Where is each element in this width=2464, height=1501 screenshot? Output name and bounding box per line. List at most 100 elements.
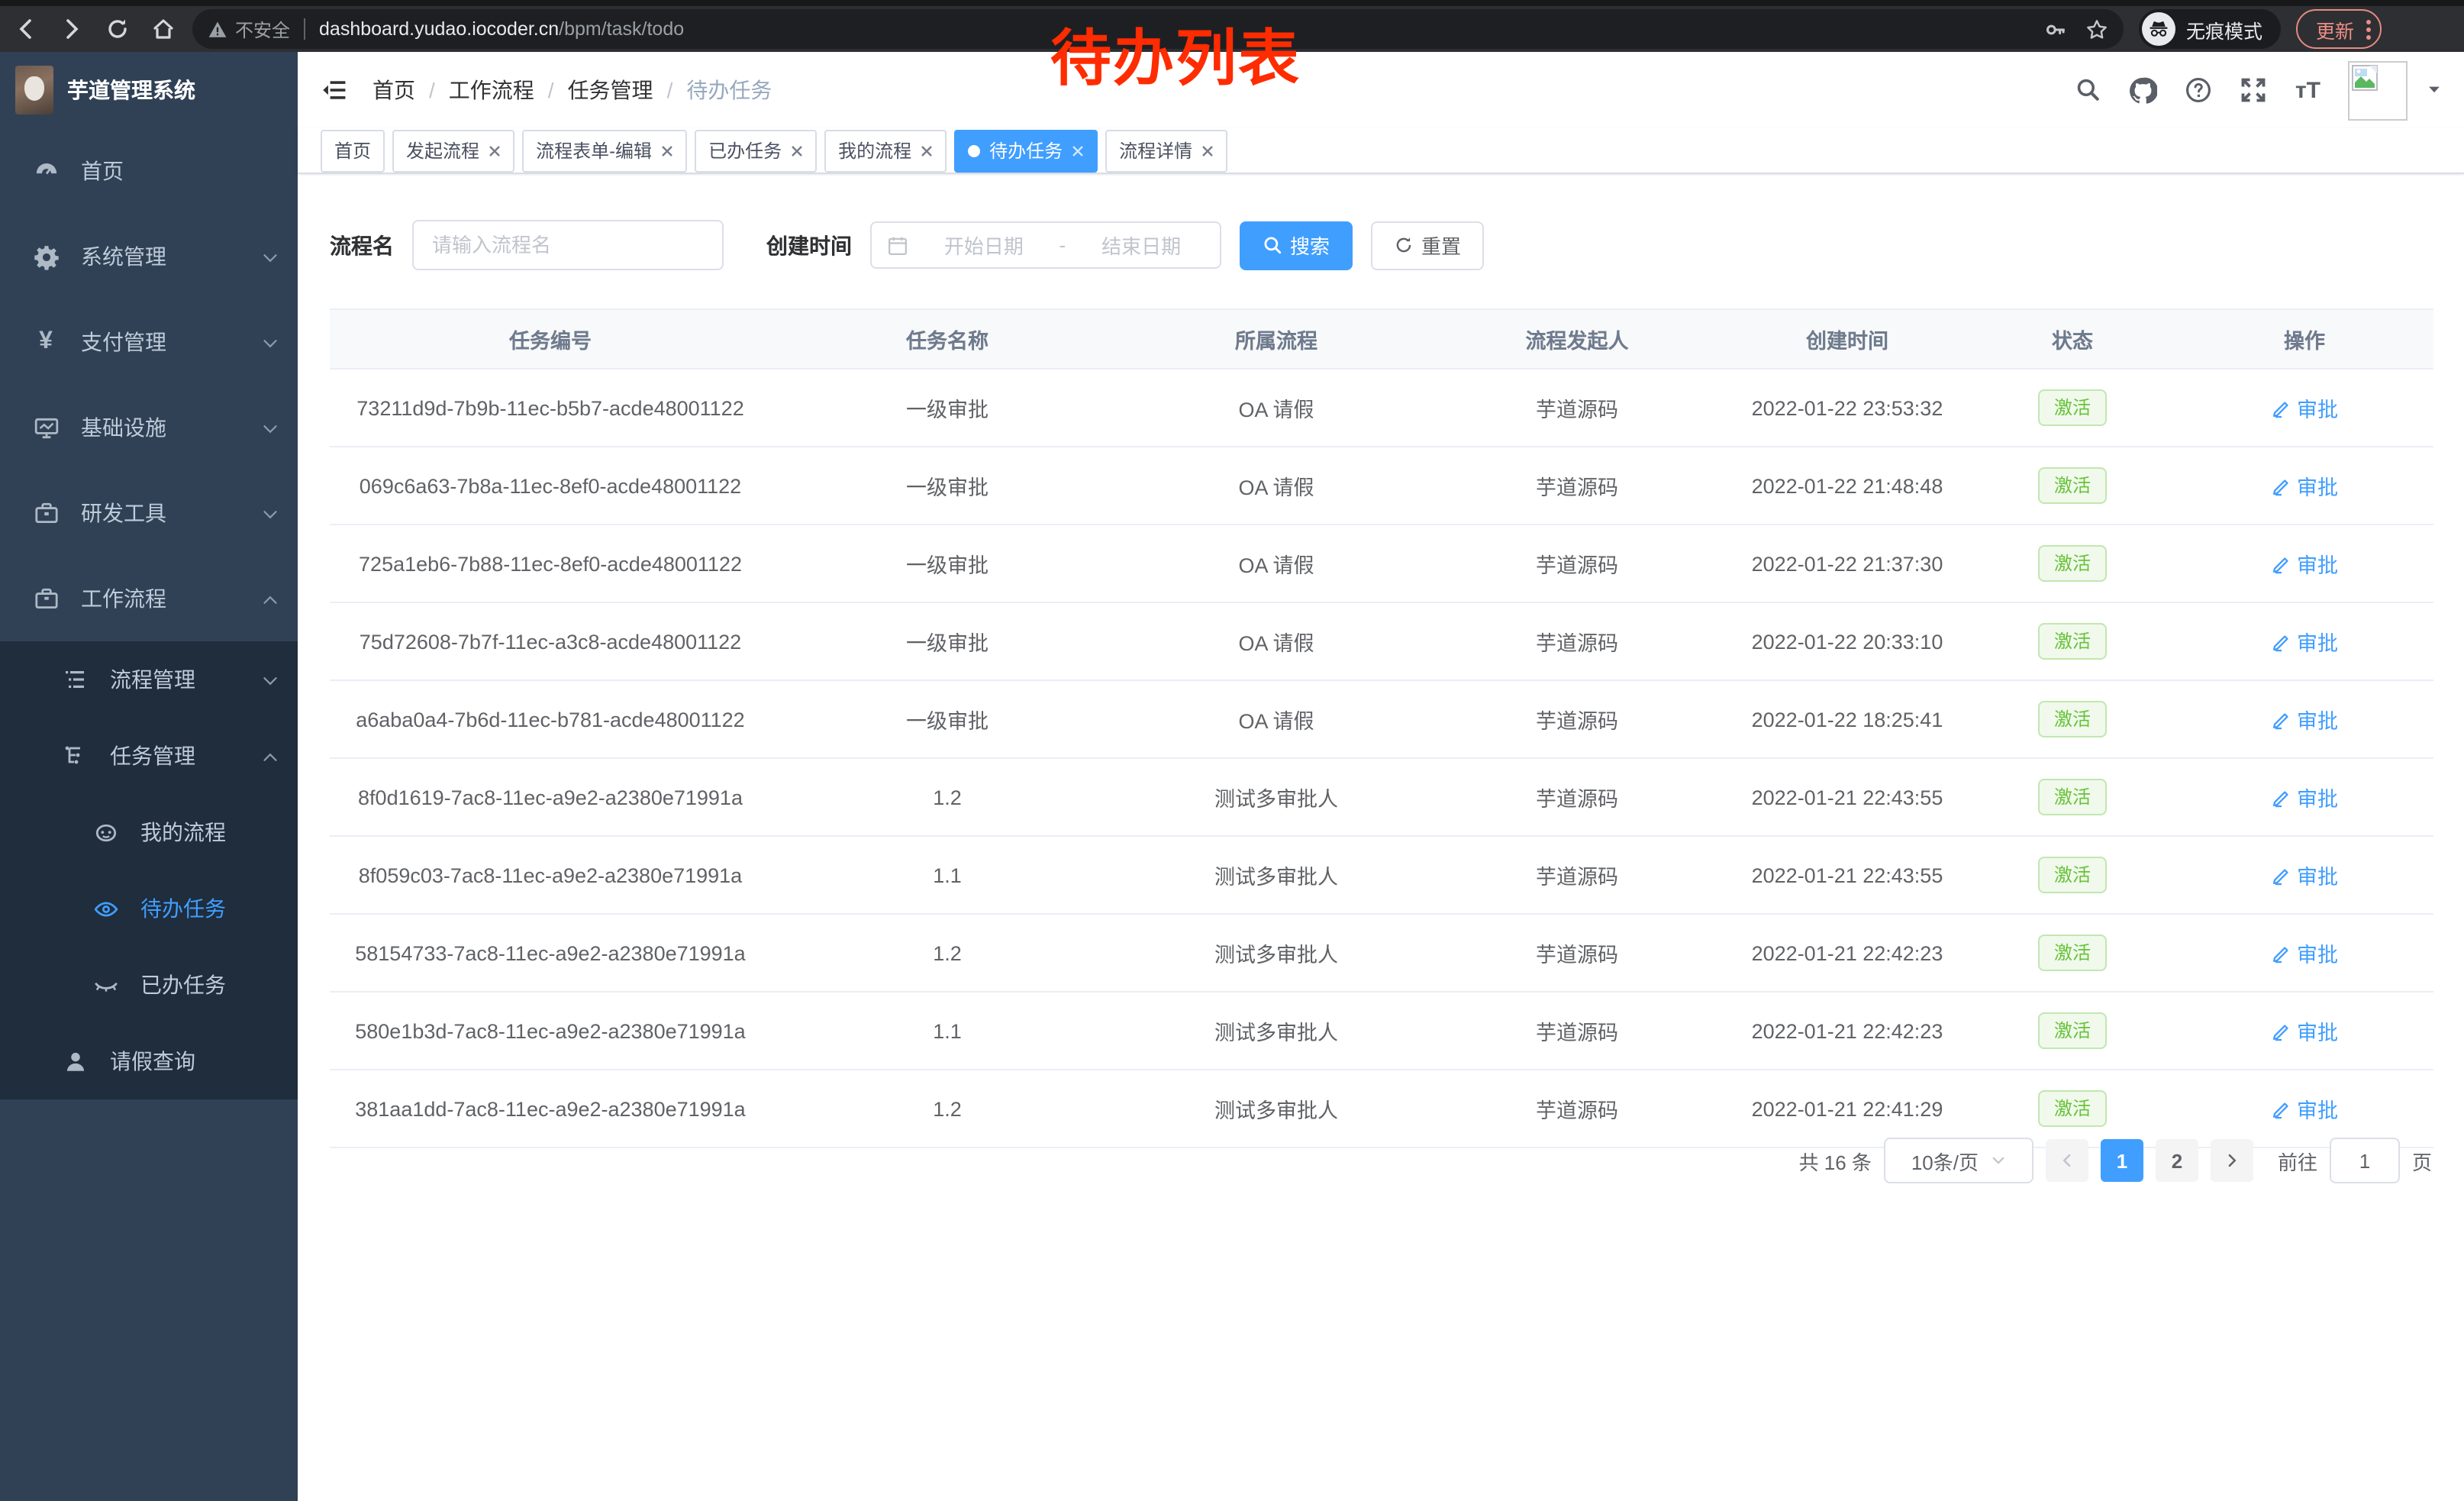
col-create-time: 创建时间 (1725, 309, 1969, 369)
browser-update-button[interactable]: 更新 (2296, 9, 2382, 49)
search-button[interactable]: 搜索 (1240, 221, 1353, 270)
sidebar-item-todo-tasks[interactable]: 待办任务 (0, 870, 298, 947)
end-date-placeholder[interactable]: 结束日期 (1078, 231, 1205, 260)
approve-link[interactable]: 审批 (2271, 548, 2338, 579)
tab-close-icon[interactable] (1201, 140, 1214, 161)
tab-todo-tasks[interactable]: 待办任务 (954, 129, 1098, 172)
home-icon[interactable] (144, 9, 183, 49)
cell-create-time: 2022-01-22 20:33:10 (1725, 602, 1969, 680)
status-badge: 激活 (2039, 623, 2106, 660)
status-badge: 激活 (2039, 467, 2106, 504)
prev-page-button[interactable] (2046, 1139, 2088, 1182)
chevron-up-icon (261, 744, 279, 768)
sidebar-item-my-process[interactable]: 我的流程 (0, 794, 298, 870)
approve-link[interactable]: 审批 (2271, 704, 2338, 734)
breadcrumb-home[interactable]: 首页 (373, 75, 415, 105)
status-badge: 激活 (2039, 701, 2106, 738)
tab-home[interactable]: 首页 (321, 129, 385, 172)
tab-process-detail[interactable]: 流程详情 (1105, 129, 1227, 172)
cell-task-id: 73211d9d-7b9b-11ec-b5b7-acde48001122 (330, 369, 771, 447)
tab-close-icon[interactable] (791, 140, 803, 161)
approve-link[interactable]: 审批 (2271, 938, 2338, 968)
sidebar-collapse-icon[interactable] (321, 76, 348, 104)
help-icon[interactable] (2185, 76, 2213, 104)
tab-close-icon[interactable] (661, 140, 673, 161)
cell-task-name: 一级审批 (771, 680, 1124, 758)
breadcrumb-task-mgmt[interactable]: 任务管理 (568, 75, 653, 105)
page-1-button[interactable]: 1 (2101, 1139, 2143, 1182)
sidebar-item-done-tasks[interactable]: 已办任务 (0, 947, 298, 1023)
tags-view-bar: 首页 发起流程 流程表单-编辑 已办任务 我的流程 待办任务 流程详情 (298, 128, 2464, 174)
approve-link[interactable]: 审批 (2271, 782, 2338, 812)
approve-link[interactable]: 审批 (2271, 626, 2338, 657)
sidebar-item-leave-query[interactable]: 请假查询 (0, 1023, 298, 1099)
approve-link[interactable]: 审批 (2271, 392, 2338, 423)
page-2-button[interactable]: 2 (2156, 1139, 2198, 1182)
start-date-placeholder[interactable]: 开始日期 (921, 231, 1047, 260)
cell-task-name: 1.1 (771, 992, 1124, 1070)
tab-form-edit[interactable]: 流程表单-编辑 (522, 129, 687, 172)
sidebar-item-infra[interactable]: 基础设施 (0, 385, 298, 470)
goto-suffix: 页 (2412, 1146, 2432, 1175)
col-process: 所属流程 (1124, 309, 1429, 369)
fullscreen-icon[interactable] (2240, 76, 2268, 104)
monitor-icon (32, 415, 60, 441)
page-size-select[interactable]: 10条/页 (1884, 1138, 2033, 1183)
browser-menu-icon[interactable] (2366, 19, 2371, 39)
process-name-input[interactable] (412, 220, 724, 270)
sidebar-item-home[interactable]: 首页 (0, 128, 298, 214)
sidebar-item-devtools[interactable]: 研发工具 (0, 470, 298, 556)
url-path: /bpm/task/todo (559, 18, 684, 40)
tab-start-process[interactable]: 发起流程 (392, 129, 514, 172)
bookmark-star-icon[interactable] (2085, 18, 2108, 41)
sidebar-item-system[interactable]: 系统管理 (0, 214, 298, 299)
sidebar-item-payment[interactable]: ¥ 支付管理 (0, 299, 298, 385)
cell-process: 测试多审批人 (1124, 1070, 1429, 1148)
sidebar: 芋道管理系统 首页 系统管理 ¥ 支付管理 基础设施 (0, 52, 298, 1501)
filter-form: 流程名 创建时间 开始日期 - 结束日期 搜索 重置 (330, 220, 1484, 270)
reload-icon[interactable] (98, 9, 137, 49)
dashboard-icon (32, 158, 60, 184)
approve-link[interactable]: 审批 (2271, 470, 2338, 501)
font-size-icon[interactable]: ᴛT (2295, 77, 2320, 103)
goto-page-input[interactable] (2330, 1138, 2400, 1183)
cell-task-id: 75d72608-7b7f-11ec-a3c8-acde48001122 (330, 602, 771, 680)
security-warning[interactable]: 不安全 (208, 16, 290, 42)
cell-starter: 芋道源码 (1429, 602, 1725, 680)
avatar-caret-icon[interactable] (2426, 76, 2443, 104)
sidebar-item-task-mgmt[interactable]: 任务管理 (0, 718, 298, 794)
reset-button[interactable]: 重置 (1371, 221, 1484, 270)
header-search-icon[interactable] (2075, 76, 2101, 104)
sidebar-item-workflow[interactable]: 工作流程 (0, 556, 298, 641)
tab-close-icon[interactable] (921, 140, 933, 161)
approve-link[interactable]: 审批 (2271, 1015, 2338, 1046)
tab-done-tasks[interactable]: 已办任务 (695, 129, 817, 172)
password-key-icon[interactable] (2044, 18, 2067, 41)
tab-close-icon[interactable] (1072, 140, 1084, 161)
approve-link[interactable]: 审批 (2271, 860, 2338, 890)
avatar[interactable] (2348, 60, 2408, 120)
tab-my-process[interactable]: 我的流程 (824, 129, 947, 172)
table-row: 58154733-7ac8-11ec-a9e2-a2380e71991a 1.2… (330, 914, 2433, 992)
app-logo[interactable]: 芋道管理系统 (0, 52, 298, 128)
incognito-icon (2142, 12, 2175, 46)
cell-task-name: 1.2 (771, 758, 1124, 836)
github-icon[interactable] (2129, 76, 2158, 105)
approve-link[interactable]: 审批 (2271, 1093, 2338, 1124)
breadcrumb-workflow[interactable]: 工作流程 (449, 75, 534, 105)
goto-label: 前往 (2278, 1146, 2317, 1175)
gear-icon (32, 244, 60, 270)
forward-icon[interactable] (52, 9, 92, 49)
pen-icon (2271, 476, 2291, 495)
date-range-picker[interactable]: 开始日期 - 结束日期 (870, 221, 1221, 269)
cell-task-id: 069c6a63-7b8a-11ec-8ef0-acde48001122 (330, 447, 771, 525)
cell-process: 测试多审批人 (1124, 836, 1429, 914)
back-icon[interactable] (6, 9, 46, 49)
next-page-button[interactable] (2211, 1139, 2253, 1182)
sidebar-item-process-mgmt[interactable]: 流程管理 (0, 641, 298, 718)
cell-task-name: 1.2 (771, 1070, 1124, 1148)
tab-close-icon[interactable] (489, 140, 501, 161)
pen-icon (2271, 398, 2291, 418)
app-title: 芋道管理系统 (67, 75, 195, 105)
cell-task-id: 580e1b3d-7ac8-11ec-a9e2-a2380e71991a (330, 992, 771, 1070)
